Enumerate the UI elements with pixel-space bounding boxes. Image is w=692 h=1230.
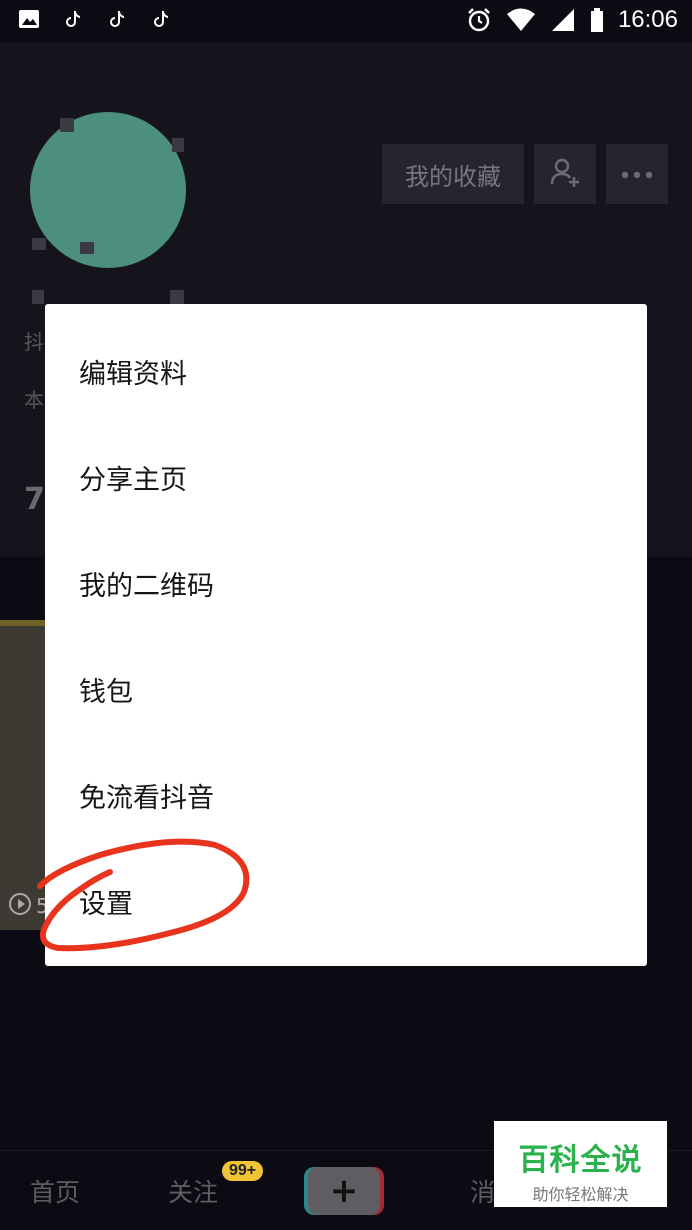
menu-item-free-data[interactable]: 免流看抖音 — [45, 742, 647, 848]
status-bar-notifications — [18, 8, 172, 30]
tiktok-icon — [150, 8, 172, 30]
more-options-button[interactable] — [606, 144, 668, 204]
watermark-logo: 百科全说 助你轻松解决 — [494, 1121, 667, 1207]
signal-icon — [550, 7, 576, 33]
my-favorites-button[interactable]: 我的收藏 — [382, 144, 524, 204]
avatar-pixel — [60, 118, 74, 132]
alarm-icon — [466, 7, 492, 33]
nav-messages[interactable]: 消 — [470, 1173, 495, 1209]
avatar-pixel — [170, 290, 184, 304]
create-video-button[interactable]: + — [308, 1167, 380, 1215]
watermark-title: 百科全说 — [518, 1143, 643, 1178]
avatar-pixel — [32, 290, 44, 304]
avatar-pixel — [80, 242, 94, 254]
video-thumbnail[interactable] — [0, 620, 50, 930]
nav-home[interactable]: 首页 — [30, 1173, 80, 1209]
add-friend-button[interactable] — [534, 144, 596, 204]
more-dots-icon — [620, 165, 654, 184]
menu-item-wallet[interactable]: 钱包 — [45, 636, 647, 742]
status-bar-system: 16:06 — [466, 6, 678, 34]
avatar[interactable] — [30, 112, 186, 268]
wifi-icon — [506, 7, 536, 33]
menu-item-share-profile[interactable]: 分享主页 — [45, 424, 647, 530]
profile-options-menu: 编辑资料 分享主页 我的二维码 钱包 免流看抖音 设置 — [45, 304, 647, 966]
profile-name-fragment: 抖 — [24, 330, 44, 354]
tiktok-icon — [106, 8, 128, 30]
menu-item-settings[interactable]: 设置 — [45, 848, 647, 954]
play-icon — [8, 892, 32, 920]
profile-bio-fragment: 本 — [24, 388, 44, 412]
nav-follow[interactable]: 关注 — [168, 1173, 218, 1209]
follow-badge: 99+ — [222, 1161, 264, 1181]
video-thumbnail-top-border — [0, 620, 50, 626]
battery-icon — [590, 7, 604, 33]
profile-count-fragment: 7 — [24, 482, 45, 517]
avatar-pixel — [32, 238, 46, 250]
watermark-subtitle: 助你轻松解决 — [532, 1185, 629, 1204]
video-play-count: 5 — [8, 892, 49, 920]
tiktok-icon — [62, 8, 84, 30]
add-friend-icon — [548, 155, 582, 193]
avatar-pixel — [172, 138, 184, 152]
status-time: 16:06 — [617, 6, 678, 33]
gallery-icon — [18, 8, 40, 30]
menu-item-qr-code[interactable]: 我的二维码 — [45, 530, 647, 636]
menu-item-edit-profile[interactable]: 编辑资料 — [45, 318, 647, 424]
status-bar: 16:06 — [0, 0, 692, 42]
